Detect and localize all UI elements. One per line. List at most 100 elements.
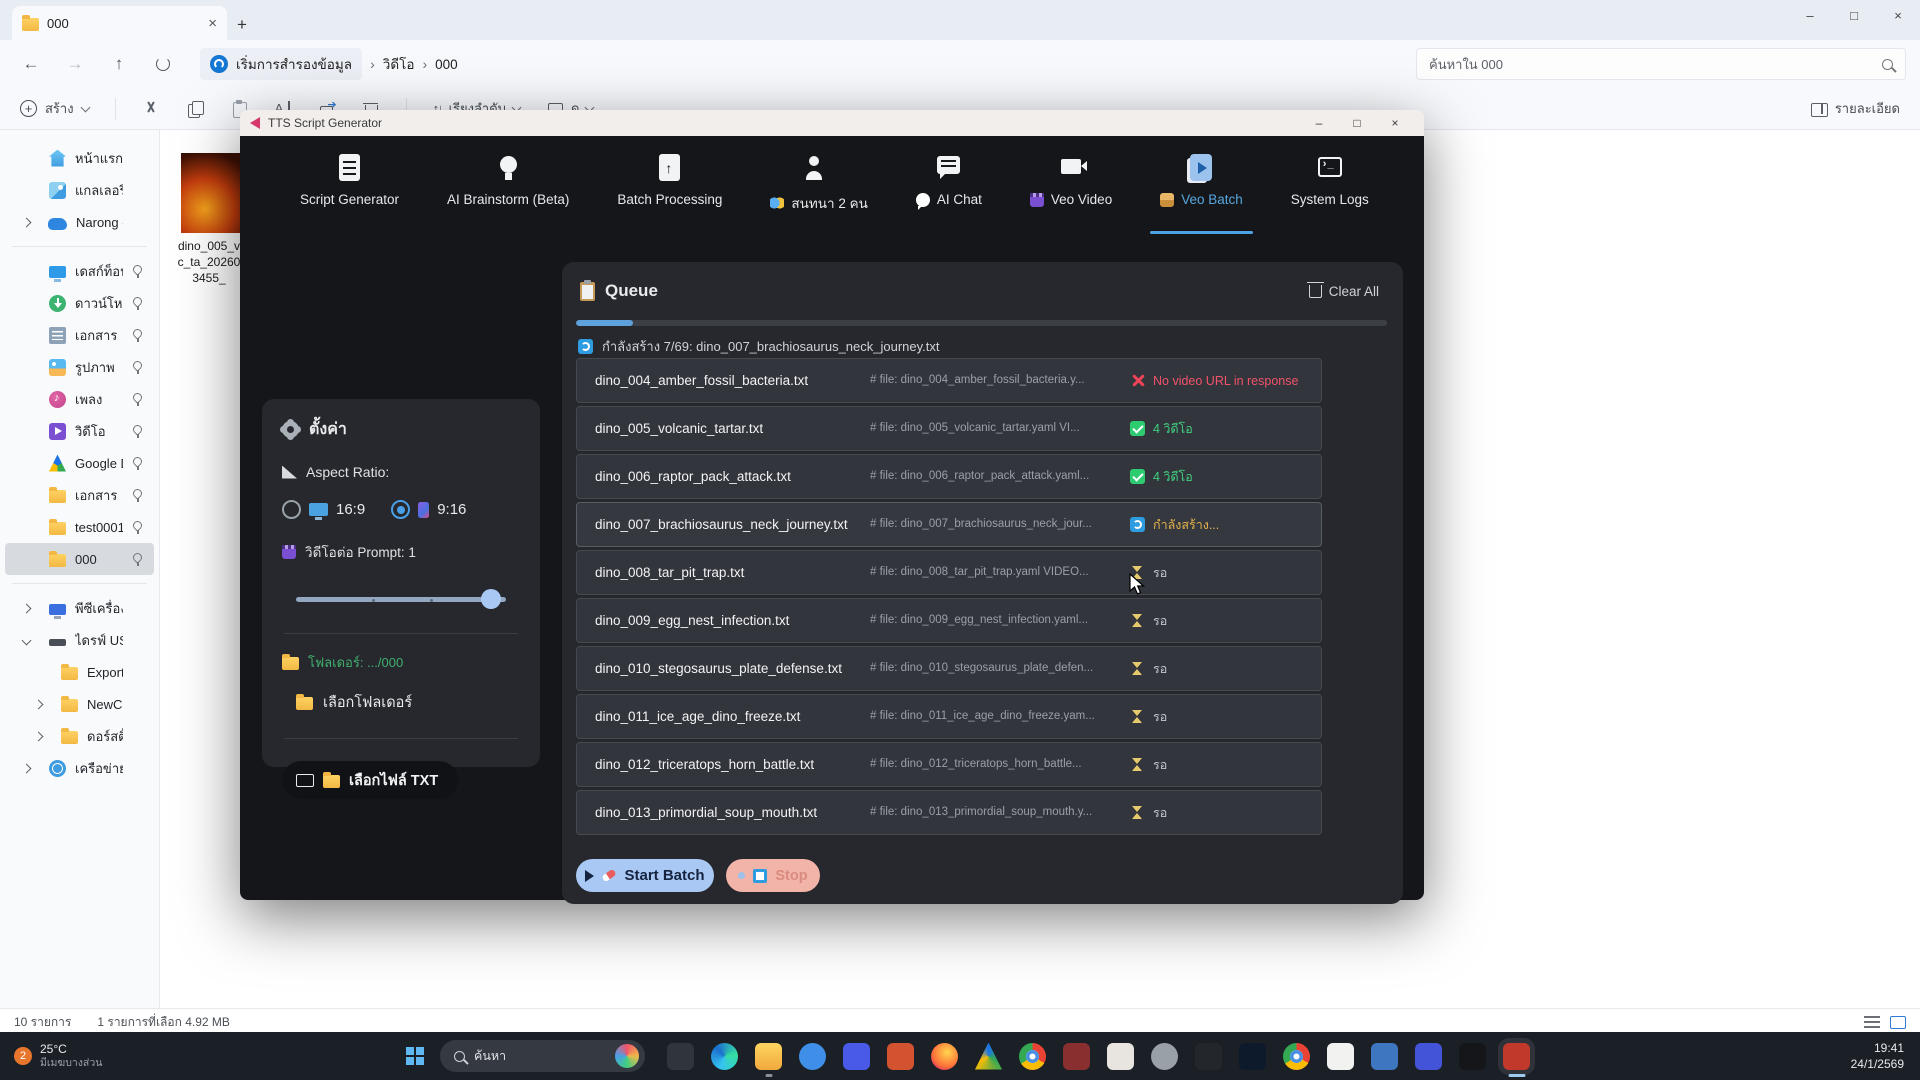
copy-button[interactable] [186,100,204,118]
taskbar-app-icon[interactable] [755,1043,782,1070]
taskbar-app-icon[interactable] [1503,1043,1530,1070]
chevron-icon[interactable] [22,217,32,227]
tab-batch-processing[interactable]: Batch Processing [593,152,746,232]
breadcrumb-backup-item[interactable]: เริ่มการสำรองข้อมูล [200,48,362,80]
sidebar-item[interactable]: ดอร์สติ๊กต๊อก2026 [5,720,154,752]
taskbar-app-icon[interactable] [1195,1043,1222,1070]
sidebar-item[interactable]: 000 [5,543,154,575]
chevron-icon[interactable] [22,603,32,613]
slider-knob[interactable] [481,589,501,609]
tab-veo-batch[interactable]: Veo Batch [1136,152,1267,232]
sidebar-item[interactable]: เครือข่าย [5,752,154,784]
sidebar-item[interactable]: เพลง [5,383,154,415]
taskbar-app-icon[interactable] [1415,1043,1442,1070]
tab-ai-brainstorm[interactable]: AI Brainstorm (Beta) [423,152,593,232]
sidebar-item[interactable]: Google Drive (G: [5,447,154,479]
choose-txt-files-button[interactable]: เลือกไฟล์ TXT [282,761,458,799]
taskbar-app-icon[interactable] [711,1043,738,1070]
sidebar-item[interactable]: ไดรฟ์ USB (D:) [5,624,154,656]
sidebar-item[interactable]: NewChannel [5,688,154,720]
breadcrumb-item-current[interactable]: 000 [435,57,458,72]
start-button[interactable] [406,1047,414,1055]
taskbar-app-icon[interactable] [1063,1043,1090,1070]
large-view-toggle-icon[interactable] [1890,1016,1906,1029]
chevron-icon[interactable] [22,763,32,773]
cut-button[interactable] [142,100,160,118]
up-button[interactable]: ↑ [102,47,136,81]
dialog-title-bar[interactable]: TTS Script Generator – □ × [240,110,1424,136]
chevron-icon[interactable] [22,635,32,645]
forward-button[interactable]: → [58,47,92,81]
taskbar-app-icon[interactable] [1459,1043,1486,1070]
sidebar-item[interactable]: รูปภาพ [5,351,154,383]
aspect-9-16-option[interactable]: 9:16 [391,500,466,519]
breadcrumb-item-video[interactable]: วิดีโอ [383,53,415,75]
dialog-maximize-button[interactable]: □ [1338,111,1376,135]
explorer-tab[interactable]: 000 × [12,6,227,40]
dialog-close-button[interactable]: × [1376,111,1414,135]
taskbar-app-icon[interactable] [975,1043,1002,1070]
sidebar-item[interactable]: แกลเลอรี [5,174,154,206]
taskbar-app-icon[interactable] [1239,1043,1266,1070]
start-batch-button[interactable]: Start Batch [576,859,714,892]
explorer-search-input[interactable]: ค้นหาใน 000 [1416,48,1906,80]
taskbar-app-icon[interactable] [931,1043,958,1070]
tab-veo-video[interactable]: Veo Video [1006,152,1136,232]
back-button[interactable]: ← [14,47,48,81]
taskbar-app-icon[interactable] [843,1043,870,1070]
tab-ai-chat[interactable]: AI Chat [892,152,1006,232]
minimize-button[interactable]: – [1788,0,1832,30]
choose-folder-button[interactable]: เลือกโฟลเดอร์ [296,691,520,714]
sidebar-item[interactable]: เอกสาร [5,479,154,511]
sidebar-item[interactable]: ดาวน์โหลด [5,287,154,319]
stop-button[interactable]: Stop [726,859,820,892]
sidebar-item[interactable]: พีซีเครื่องนี้ [5,592,154,624]
tab-close-icon[interactable]: × [208,15,217,32]
taskbar-app-icon[interactable] [1019,1043,1046,1070]
sidebar-item[interactable]: วิดีโอ [5,415,154,447]
taskbar-search-input[interactable]: ค้นหา [440,1040,645,1072]
taskbar-weather-widget[interactable]: 2 25°C มีเมฆบางส่วน [0,1042,116,1070]
clear-all-button[interactable]: Clear All [1309,284,1379,299]
tab-system-logs[interactable]: System Logs [1267,152,1393,232]
details-pane-button[interactable]: รายละเอียด [1810,98,1900,119]
taskbar-app-icon[interactable] [667,1043,694,1070]
sidebar-item-icon [48,218,67,230]
sidebar-item[interactable]: เดสก์ท็อป [5,255,154,287]
taskbar-app-icon[interactable] [1151,1043,1178,1070]
dialog-minimize-button[interactable]: – [1300,111,1338,135]
sidebar-item[interactable]: เอกสาร [5,319,154,351]
chevron-icon[interactable] [34,731,44,741]
videos-per-prompt-slider[interactable] [296,589,506,609]
aspect-16-9-option[interactable]: 16:9 [282,500,365,519]
sidebar-item[interactable]: ExportNewChanel [5,656,154,688]
radio-unselected-icon[interactable] [282,500,301,519]
taskbar-app-icon[interactable] [1327,1043,1354,1070]
file-thumbnail[interactable] [181,153,241,233]
taskbar-app-icon[interactable] [887,1043,914,1070]
queue-status: รอ [1130,755,1167,775]
refresh-button[interactable] [146,47,180,81]
tab-two-person-chat[interactable]: สนทนา 2 คน [746,152,891,232]
new-tab-button[interactable]: + [227,10,257,40]
taskbar-app-icon[interactable] [1283,1043,1310,1070]
taskbar-app-icon[interactable] [1107,1043,1134,1070]
pin-icon [132,520,144,534]
tab-script-generator[interactable]: Script Generator [276,152,423,232]
chevron-icon[interactable] [34,699,44,709]
copilot-icon[interactable] [615,1044,639,1068]
sidebar-item[interactable]: หน้าแรก [5,142,154,174]
slider-track[interactable] [296,597,506,602]
radio-selected-icon[interactable] [391,500,410,519]
sidebar-item[interactable]: Narong - ส่วนบุคคล [5,206,154,238]
maximize-button[interactable]: □ [1832,0,1876,30]
taskbar-app-icon[interactable] [799,1043,826,1070]
sidebar-item[interactable]: test0001 [5,511,154,543]
taskbar-clock[interactable]: 19:41 24/1/2569 [1851,1040,1920,1072]
queue-file-name: dino_004_amber_fossil_bacteria.txt [595,373,860,388]
queue-file-name: dino_012_triceratops_horn_battle.txt [595,757,860,772]
taskbar-app-icon[interactable] [1371,1043,1398,1070]
new-button[interactable]: + สร้าง [20,98,89,119]
close-button[interactable]: × [1876,0,1920,30]
list-view-toggle-icon[interactable] [1864,1016,1880,1029]
